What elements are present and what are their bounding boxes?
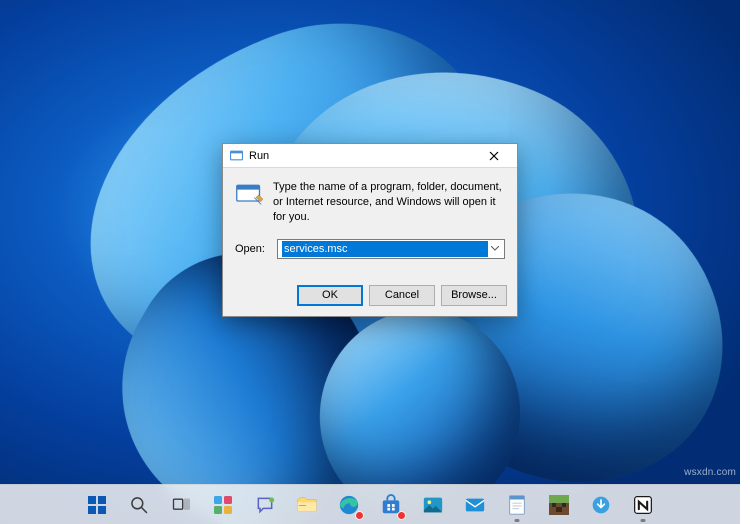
taskbar-edge[interactable]: [331, 487, 367, 523]
run-dialog: Run Type the name of a program, folder, …: [222, 143, 518, 317]
running-indicator: [515, 519, 520, 522]
run-description: Type the name of a program, folder, docu…: [273, 180, 505, 225]
running-indicator: [641, 519, 646, 522]
taskbar-search[interactable]: [121, 487, 157, 523]
open-label: Open:: [235, 243, 269, 255]
close-button[interactable]: [475, 146, 513, 166]
ok-label: OK: [322, 289, 338, 301]
search-icon: [128, 494, 150, 516]
chat-icon: [254, 494, 276, 516]
taskbar-store[interactable]: [373, 487, 409, 523]
notification-badge: [355, 511, 364, 520]
taskbar-start[interactable]: [79, 487, 115, 523]
taskbar-file-explorer[interactable]: [289, 487, 325, 523]
mail-icon: [464, 494, 486, 516]
chevron-down-icon[interactable]: [488, 241, 502, 257]
file-explorer-icon: [296, 494, 318, 516]
taskbar-notion[interactable]: [625, 487, 661, 523]
taskbar: [0, 484, 740, 524]
taskbar-minecraft[interactable]: [541, 487, 577, 523]
cancel-button[interactable]: Cancel: [369, 285, 435, 306]
titlebar[interactable]: Run: [223, 144, 517, 168]
taskbar-photos[interactable]: [415, 487, 451, 523]
notion-icon: [632, 494, 654, 516]
taskbar-widgets[interactable]: [205, 487, 241, 523]
browse-button[interactable]: Browse...: [441, 285, 507, 306]
open-combobox[interactable]: [277, 239, 505, 259]
notepad-icon: [506, 494, 528, 516]
notification-badge: [397, 511, 406, 520]
minecraft-icon: [548, 494, 570, 516]
run-title: Run: [249, 150, 475, 162]
cancel-label: Cancel: [385, 289, 419, 301]
dialog-buttons: OK Cancel Browse...: [223, 277, 517, 316]
open-input[interactable]: [282, 241, 488, 257]
desktop-wallpaper: wsxdn.com Run Type: [0, 0, 740, 524]
photos-icon: [422, 494, 444, 516]
widgets-icon: [212, 494, 234, 516]
dialog-body: Type the name of a program, folder, docu…: [223, 168, 517, 277]
taskbar-chat[interactable]: [247, 487, 283, 523]
image-margin: [740, 0, 750, 524]
run-titlebar-icon: [229, 149, 243, 163]
task-view-icon: [170, 494, 192, 516]
download-icon: [590, 494, 612, 516]
start-icon: [86, 494, 108, 516]
taskbar-mail[interactable]: [457, 487, 493, 523]
taskbar-items: [79, 487, 661, 523]
taskbar-task-view[interactable]: [163, 487, 199, 523]
run-icon: [235, 180, 263, 208]
taskbar-download[interactable]: [583, 487, 619, 523]
watermark-text: wsxdn.com: [684, 467, 736, 478]
taskbar-notepad[interactable]: [499, 487, 535, 523]
ok-button[interactable]: OK: [297, 285, 363, 306]
browse-label: Browse...: [451, 289, 497, 301]
